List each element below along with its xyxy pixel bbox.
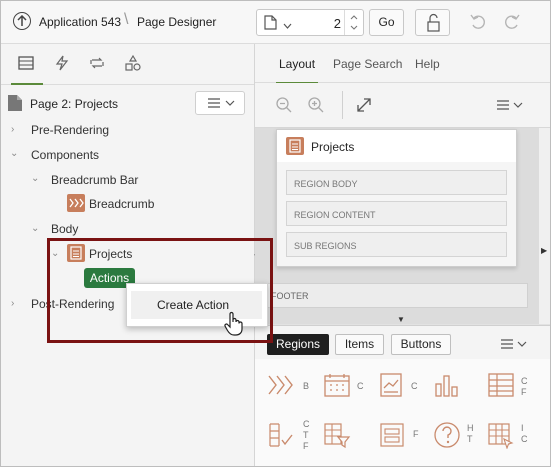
expand-icon[interactable] xyxy=(355,96,373,117)
tree-node-components[interactable]: Components xyxy=(31,148,99,162)
region-header: Projects xyxy=(277,130,516,162)
right-panel-tabs: Layout Page Search Help xyxy=(255,44,550,84)
hand-cursor-icon xyxy=(223,311,245,340)
tree-menu-button[interactable] xyxy=(195,91,245,115)
gallery-label: H T xyxy=(467,423,474,444)
undo-icon[interactable] xyxy=(469,13,487,34)
chevron-down-icon[interactable]: ⌄ xyxy=(31,223,39,234)
region-component-icon xyxy=(286,137,304,155)
tree-node-breadcrumb[interactable]: Breadcrumb xyxy=(89,197,154,211)
layout-menu-icon[interactable] xyxy=(495,97,525,116)
gallery-label: C T F xyxy=(303,419,310,451)
page-selector[interactable]: 2 xyxy=(256,9,364,36)
page-icon xyxy=(7,94,23,115)
tab-layout[interactable]: Layout xyxy=(275,57,319,84)
splitter-arrow-right-icon[interactable]: ▶ xyxy=(541,246,547,255)
lock-page-button[interactable] xyxy=(415,9,450,36)
faceted-search-gallery-icon[interactable] xyxy=(323,421,351,452)
chevron-down-icon[interactable]: ⌄ xyxy=(31,173,39,184)
left-panel-tabs xyxy=(1,44,254,85)
gallery-label: B xyxy=(303,381,310,391)
breadcrumb-application[interactable]: Application 543 xyxy=(39,15,121,29)
region-title: Projects xyxy=(311,140,355,154)
right-panel: Layout Page Search Help Projects REGION … xyxy=(255,44,550,466)
slot-region-content[interactable]: REGION CONTENT xyxy=(286,201,507,226)
zoom-in-icon[interactable] xyxy=(307,96,325,117)
layout-canvas: Projects REGION BODY REGION CONTENT SUB … xyxy=(255,128,539,324)
help-gallery-icon[interactable] xyxy=(433,421,461,452)
chevron-down-icon[interactable] xyxy=(283,18,292,32)
rendering-tab-icon[interactable] xyxy=(11,54,43,85)
page-title: Page 2: Projects xyxy=(30,97,119,111)
canvas-scrollbar[interactable]: ▶ xyxy=(539,128,550,324)
gallery-label: F xyxy=(413,429,419,439)
breadcrumb-page-designer: Page Designer xyxy=(137,15,217,29)
shared-components-tab-icon[interactable] xyxy=(124,54,144,74)
redo-icon[interactable] xyxy=(503,13,521,34)
tree-node-pre-rendering[interactable]: Pre-Rendering xyxy=(31,123,109,137)
page-number-input[interactable]: 2 xyxy=(334,16,341,31)
breadcrumb-gallery-icon[interactable] xyxy=(267,372,297,401)
zoom-out-icon[interactable] xyxy=(275,96,293,117)
page-designer-window: Application 543 \ Page Designer 2 Go Pag… xyxy=(0,0,551,467)
go-button[interactable]: Go xyxy=(369,9,404,36)
projects-region[interactable]: Projects REGION BODY REGION CONTENT SUB … xyxy=(276,129,517,267)
page-document-icon xyxy=(264,15,277,33)
gallery-menu-icon[interactable] xyxy=(499,336,529,355)
gallery-header: Regions Items Buttons xyxy=(255,325,550,360)
bar-chart-gallery-icon[interactable] xyxy=(433,372,461,401)
gallery-tab-buttons[interactable]: Buttons xyxy=(391,334,451,355)
gallery-tab-regions[interactable]: Regions xyxy=(267,334,329,355)
calendar-gallery-icon[interactable] xyxy=(323,372,351,401)
checklist-gallery-icon[interactable] xyxy=(267,421,295,452)
interactive-grid-gallery-icon[interactable] xyxy=(487,421,515,452)
tree-node-body[interactable]: Body xyxy=(51,222,78,236)
toolbar-divider xyxy=(342,91,343,119)
dynamic-actions-tab-icon[interactable] xyxy=(53,54,73,74)
gallery-tab-items[interactable]: Items xyxy=(335,334,384,355)
slot-region-body[interactable]: REGION BODY xyxy=(286,170,507,195)
gallery-label: I C xyxy=(521,423,528,444)
gallery-label: C xyxy=(357,381,364,391)
chevron-right-icon[interactable]: › xyxy=(11,298,14,309)
classic-report-gallery-icon[interactable] xyxy=(487,372,515,401)
gallery-label: C F xyxy=(521,376,528,397)
chevron-down-icon[interactable]: ⌄ xyxy=(10,148,18,159)
slot-footer[interactable]: FOOTER xyxy=(265,283,528,308)
processing-tab-icon[interactable] xyxy=(88,54,108,74)
context-menu: Create Action xyxy=(126,283,268,327)
top-toolbar: Application 543 \ Page Designer 2 Go xyxy=(1,1,550,44)
slot-sub-regions[interactable]: SUB REGIONS xyxy=(286,232,507,257)
up-arrow-icon[interactable] xyxy=(13,12,31,30)
layout-toolbar xyxy=(255,83,550,128)
region-gallery: B C C C F C T F F H T I C xyxy=(255,359,550,466)
form-gallery-icon[interactable] xyxy=(379,421,407,452)
tab-help[interactable]: Help xyxy=(415,57,440,71)
page-number-stepper[interactable] xyxy=(344,10,363,35)
tree-node-breadcrumb-bar[interactable]: Breadcrumb Bar xyxy=(51,173,138,187)
tab-page-search[interactable]: Page Search xyxy=(333,57,402,71)
chevron-right-icon[interactable]: › xyxy=(11,124,14,135)
breadcrumb-separator: \ xyxy=(124,11,129,28)
chart-card-gallery-icon[interactable] xyxy=(379,372,405,401)
breadcrumb-component-icon xyxy=(67,194,85,212)
gallery-label: C xyxy=(411,381,418,391)
splitter-arrow-down-icon[interactable]: ▼ xyxy=(397,315,405,324)
